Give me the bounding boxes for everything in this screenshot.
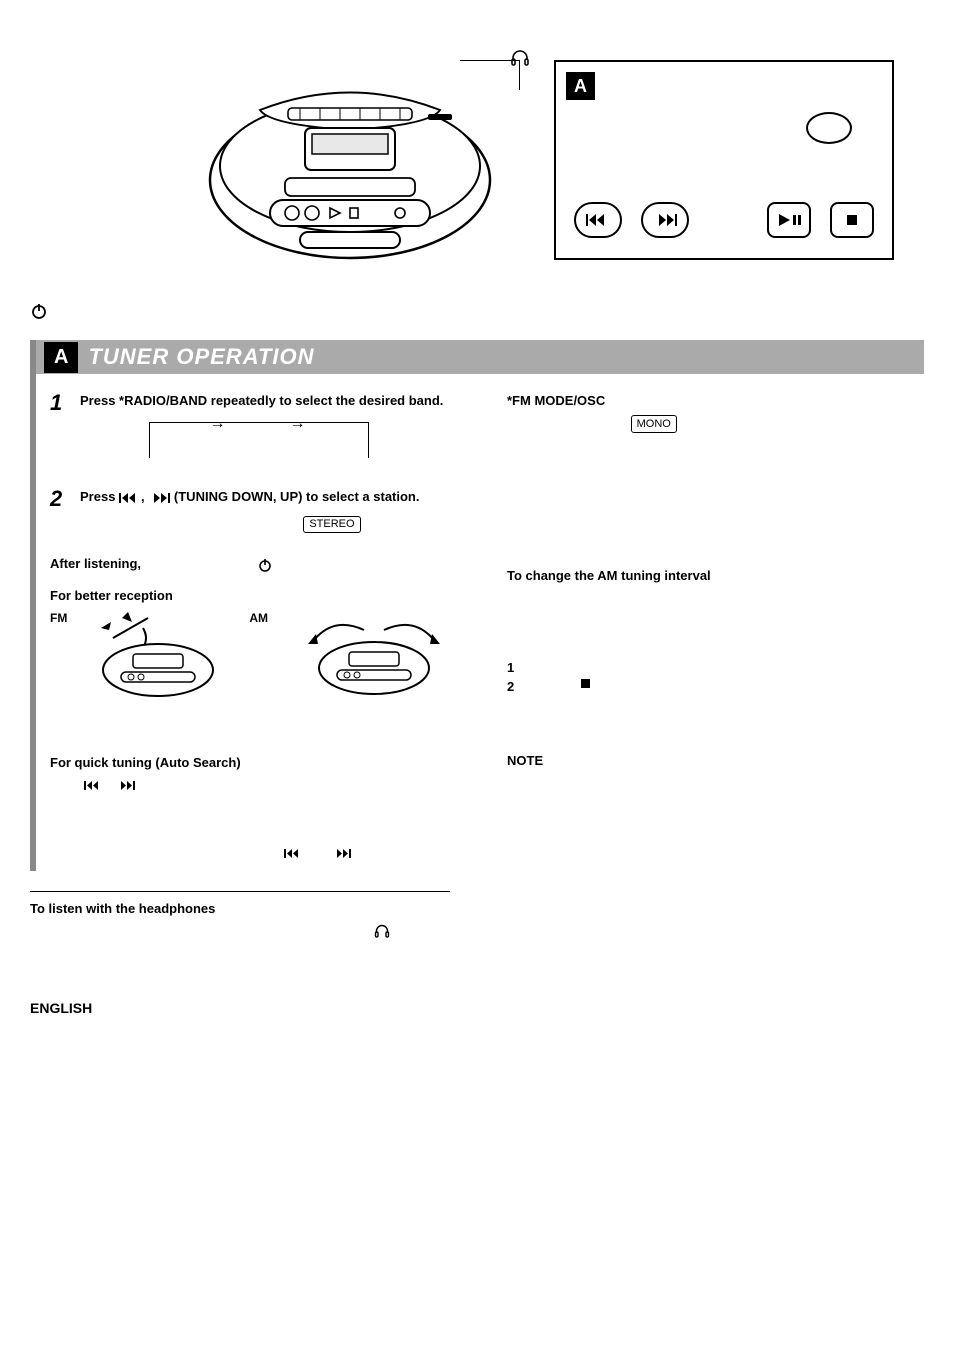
after-listening-label: After listening,	[50, 556, 141, 571]
product-illustration	[200, 70, 500, 280]
am-step2-num: 2	[507, 678, 514, 696]
reception-diagrams: FM AM	[50, 610, 467, 700]
note-heading: NOTE	[507, 752, 924, 770]
top-illustration-area: A	[30, 40, 924, 320]
auto-search-line3	[50, 843, 467, 861]
fm-mode-heading: *FM MODE/OSC	[507, 392, 924, 410]
play-pause-button-icon	[767, 202, 811, 238]
am-reception-illustration	[294, 610, 424, 700]
detail-panel-a: A	[554, 60, 894, 260]
headphones-heading: To listen with the headphones	[30, 900, 924, 918]
mono-badge: MONO	[631, 415, 677, 434]
stop-button-icon	[830, 202, 874, 238]
prev-icon	[119, 492, 141, 504]
step-2-text-b: (TUNING DOWN, UP) to select a station.	[174, 489, 420, 504]
footnote-divider	[30, 891, 450, 892]
auto-search-line1	[50, 776, 467, 794]
next-icon	[115, 780, 135, 791]
prev-icon	[84, 780, 104, 791]
step-1: 1 Press *RADIO/BAND repeatedly to select…	[50, 392, 467, 414]
section-title: TUNER OPERATION	[88, 342, 314, 372]
arrow-right-icon: →	[210, 413, 226, 435]
panel-a-badge: A	[566, 72, 595, 100]
next-icon	[148, 492, 170, 504]
step-2: 2 Press , (TUNING DOWN, UP) to select a …	[50, 488, 467, 510]
fm-label: FM	[50, 610, 67, 626]
am-interval-heading: To change the AM tuning interval	[507, 567, 924, 585]
arrow-right-icon: →	[290, 413, 306, 435]
page-footer-language: ENGLISH	[30, 999, 924, 1018]
left-column: 1 Press *RADIO/BAND repeatedly to select…	[50, 392, 467, 861]
right-column: *FM MODE/OSC MONO To change the AM tunin…	[507, 392, 924, 861]
band-cycle-diagram: → →	[149, 422, 369, 458]
stereo-badge: STEREO	[303, 516, 360, 533]
fm-reception-illustration	[93, 610, 223, 700]
after-listening-row: After listening,	[50, 555, 467, 573]
volume-knob-icon	[806, 112, 852, 144]
power-icon	[30, 302, 48, 320]
power-icon	[258, 558, 272, 572]
step-1-text-b: *RADIO/BAND repeatedly to select the des…	[119, 393, 443, 408]
am-step1-num: 1	[507, 659, 514, 677]
step-2-sub: When an FM stereo broadcast is received,…	[80, 516, 467, 533]
next-track-button-icon	[641, 202, 689, 238]
prev-icon	[284, 848, 304, 859]
step-2-number: 2	[50, 488, 70, 510]
am-label: AM	[249, 610, 268, 626]
better-reception-heading: For better reception	[50, 587, 467, 605]
headphones-footnote: To listen with the headphones	[30, 900, 924, 939]
next-icon	[331, 848, 351, 859]
tuner-operation-section: A TUNER OPERATION 1 Press *RADIO/BAND re…	[30, 340, 924, 871]
am-interval-steps: 1 2	[507, 659, 924, 696]
stop-icon	[580, 678, 591, 696]
step-1-text-a: Press	[80, 393, 119, 408]
fm-mode-text: MONO	[507, 414, 924, 434]
step-1-number: 1	[50, 392, 70, 414]
section-badge: A	[44, 342, 78, 373]
prev-track-button-icon	[574, 202, 622, 238]
headphones-icon	[374, 923, 390, 939]
section-title-bar: A TUNER OPERATION	[36, 340, 924, 374]
auto-search-heading: For quick tuning (Auto Search)	[50, 754, 467, 772]
step-2-text-a: Press	[80, 489, 119, 504]
